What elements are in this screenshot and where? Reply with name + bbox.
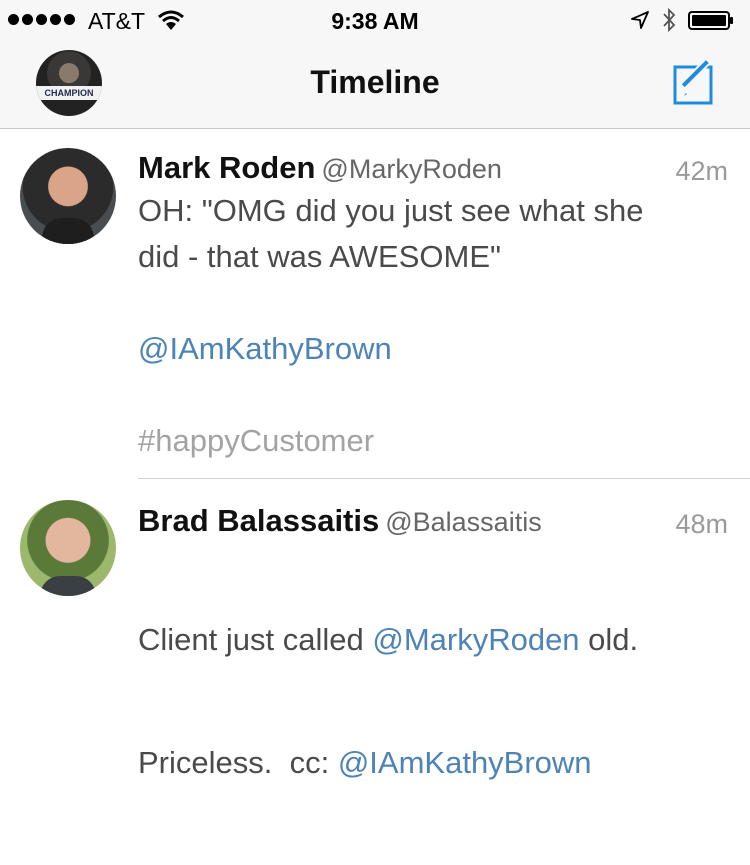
- tweet-text-line: Priceless. cc: @IAmKathyBrown: [138, 742, 728, 783]
- tweet-time: 48m: [675, 509, 728, 539]
- battery-icon: [688, 11, 733, 30]
- tweet-text-line: OH: "OMG did you just see what she: [138, 193, 644, 228]
- hashtag-link[interactable]: #happyCustomer: [138, 418, 728, 464]
- mention-link[interactable]: @IAmKathyBrown: [338, 745, 592, 780]
- tweet-cell[interactable]: Brad Balassaitis @Balassaitis 48m Client …: [0, 479, 750, 780]
- author-name[interactable]: Brad Balassaitis @Balassaitis: [138, 503, 542, 539]
- tweet-time: 42m: [675, 156, 728, 186]
- tweet-text: Client just called @MarkyRoden old. Pric…: [138, 537, 728, 865]
- bluetooth-icon: [663, 7, 676, 33]
- author-handle: @MarkyRoden: [321, 154, 502, 184]
- author-avatar[interactable]: [20, 148, 116, 244]
- compose-icon[interactable]: [672, 60, 720, 106]
- mention-link[interactable]: @IAmKathyBrown: [138, 326, 728, 372]
- author-avatar[interactable]: [20, 500, 116, 596]
- tweet-text: OH: "OMG did you just see what she did -…: [138, 188, 728, 464]
- tweet-cell[interactable]: Mark Roden @MarkyRoden 42m OH: "OMG did y…: [0, 128, 750, 478]
- tweet-text-segment: Priceless. cc:: [138, 745, 338, 780]
- page-title: Timeline: [310, 64, 440, 100]
- tweet-text-line: did - that was AWESOME": [138, 239, 502, 274]
- author-display-name: Brad Balassaitis: [138, 503, 380, 538]
- navigation-bar: AT&T 9:38 AM CHAMPION Timeline: [0, 0, 750, 129]
- author-handle: @Balassaitis: [385, 507, 542, 537]
- location-arrow-icon: [631, 11, 649, 29]
- status-bar: AT&T 9:38 AM: [0, 0, 750, 40]
- author-name[interactable]: Mark Roden @MarkyRoden: [138, 150, 502, 186]
- author-display-name: Mark Roden: [138, 150, 316, 185]
